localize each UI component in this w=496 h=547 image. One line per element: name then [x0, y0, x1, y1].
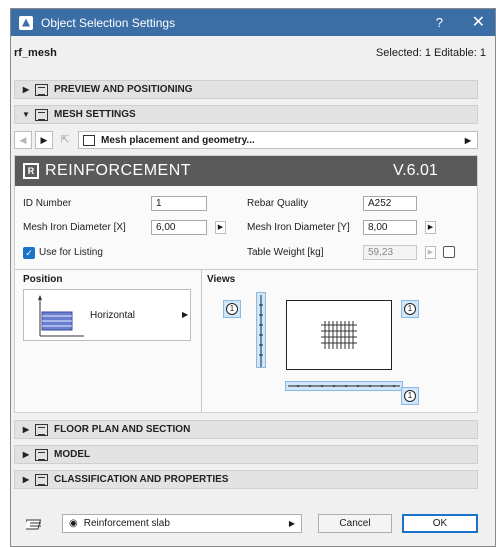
archicad-icon: [19, 15, 33, 30]
diameter-y-label: Mesh Iron Diameter [Y]: [247, 222, 350, 233]
cancel-button[interactable]: Cancel: [318, 514, 392, 533]
section-label: MODEL: [54, 449, 91, 460]
preview-icon: [35, 83, 48, 96]
favorites-icon[interactable]: [26, 514, 46, 532]
diameter-y-field[interactable]: 8,00: [363, 220, 417, 235]
section-classification[interactable]: ▶ CLASSIFICATION AND PROPERTIES: [14, 470, 478, 489]
page-tree-icon[interactable]: ⇱: [56, 131, 74, 149]
prev-page-button[interactable]: ◀: [14, 131, 32, 149]
expand-right-icon: ▶: [22, 85, 30, 94]
title-bar: Object Selection Settings ? ✕: [11, 9, 495, 36]
ok-button[interactable]: OK: [402, 514, 478, 533]
eye-icon: ◉: [69, 518, 78, 529]
diameter-x-stepper[interactable]: ▶: [215, 221, 226, 234]
window-title: Object Selection Settings: [41, 15, 176, 30]
page-icon: [83, 134, 95, 146]
page-navigator: ◀ ▶ ⇱ Mesh placement and geometry... ▶: [14, 130, 478, 150]
chevron-right-icon: ▶: [464, 135, 471, 145]
object-name: rf_mesh: [14, 47, 57, 59]
table-weight-stepper: ▶: [425, 246, 436, 259]
page-select[interactable]: Mesh placement and geometry... ▶: [78, 131, 478, 149]
section-floor-plan[interactable]: ▶ FLOOR PLAN AND SECTION: [14, 420, 478, 439]
section-view-strip[interactable]: [285, 381, 403, 391]
divider: [15, 269, 477, 270]
id-number-field[interactable]: 1: [151, 196, 207, 211]
view-marker-number: 1: [404, 390, 416, 402]
selection-info: Selected: 1 Editable: 1: [375, 47, 486, 59]
rebar-quality-field[interactable]: A252: [363, 196, 417, 211]
view-marker-bottom[interactable]: 1: [401, 387, 419, 405]
view-marker-left[interactable]: 1: [223, 300, 241, 318]
section-label: CLASSIFICATION AND PROPERTIES: [54, 474, 229, 485]
section-label: MESH SETTINGS: [54, 109, 136, 120]
table-weight-checkbox[interactable]: [443, 246, 455, 258]
section-mesh-settings[interactable]: ▼ MESH SETTINGS: [14, 105, 478, 124]
use-for-listing-checkbox[interactable]: ✓: [23, 247, 35, 259]
divider: [201, 270, 202, 412]
reinforcement-banner: R REINFORCEMENT V.6.01: [15, 156, 477, 186]
version-label: V.6.01: [393, 162, 438, 179]
chevron-right-icon: ▶: [288, 519, 295, 528]
section-model[interactable]: ▶ MODEL: [14, 445, 478, 464]
expand-down-icon: ▼: [22, 110, 30, 119]
mesh-grid-icon: [321, 321, 357, 349]
chevron-right-icon: ▶: [182, 310, 189, 319]
section-label: FLOOR PLAN AND SECTION: [54, 424, 191, 435]
view-marker-number: 1: [226, 303, 238, 315]
expand-right-icon: ▶: [22, 475, 30, 484]
favorites-label: Reinforcement slab: [83, 518, 170, 529]
horizontal-mesh-icon: [38, 295, 84, 337]
reinforcement-panel: R REINFORCEMENT V.6.01 ID Number 1 Rebar…: [14, 155, 478, 413]
expand-right-icon: ▶: [22, 450, 30, 459]
views-heading: Views: [207, 274, 236, 285]
diameter-x-field[interactable]: 6,00: [151, 220, 207, 235]
position-select[interactable]: Horizontal ▶: [23, 289, 191, 341]
floor-plan-icon: [35, 423, 48, 436]
favorites-select[interactable]: ◉ Reinforcement slab ▶: [62, 514, 302, 533]
reinforcement-title: REINFORCEMENT: [45, 162, 192, 179]
table-weight-label: Table Weight [kg]: [247, 247, 324, 258]
section-label: PREVIEW AND POSITIONING: [54, 84, 193, 95]
section-preview-positioning[interactable]: ▶ PREVIEW AND POSITIONING: [14, 80, 478, 99]
view-marker-right[interactable]: 1: [401, 300, 419, 318]
close-button[interactable]: ✕: [472, 12, 485, 32]
table-weight-field: 59,23: [363, 245, 417, 260]
model-icon: [35, 448, 48, 461]
id-number-label: ID Number: [23, 198, 72, 209]
horizontal-rebar-icon: [288, 385, 400, 387]
help-button[interactable]: ?: [436, 15, 443, 30]
position-value: Horizontal: [90, 310, 136, 321]
page-select-label: Mesh placement and geometry...: [101, 134, 255, 146]
use-for-listing-label: Use for Listing: [39, 247, 103, 258]
rf-logo-icon: R: [23, 163, 39, 179]
plan-view-preview: [286, 300, 392, 370]
expand-right-icon: ▶: [22, 425, 30, 434]
classification-icon: [35, 473, 48, 486]
next-page-button[interactable]: ▶: [35, 131, 53, 149]
rebar-quality-label: Rebar Quality: [247, 198, 309, 209]
diameter-x-label: Mesh Iron Diameter [X]: [23, 222, 126, 233]
vertical-rebar-icon: [259, 295, 263, 367]
mesh-settings-icon: [35, 108, 48, 121]
view-marker-number: 1: [404, 303, 416, 315]
diameter-y-stepper[interactable]: ▶: [425, 221, 436, 234]
position-heading: Position: [23, 274, 63, 285]
side-view-strip[interactable]: [256, 292, 266, 368]
